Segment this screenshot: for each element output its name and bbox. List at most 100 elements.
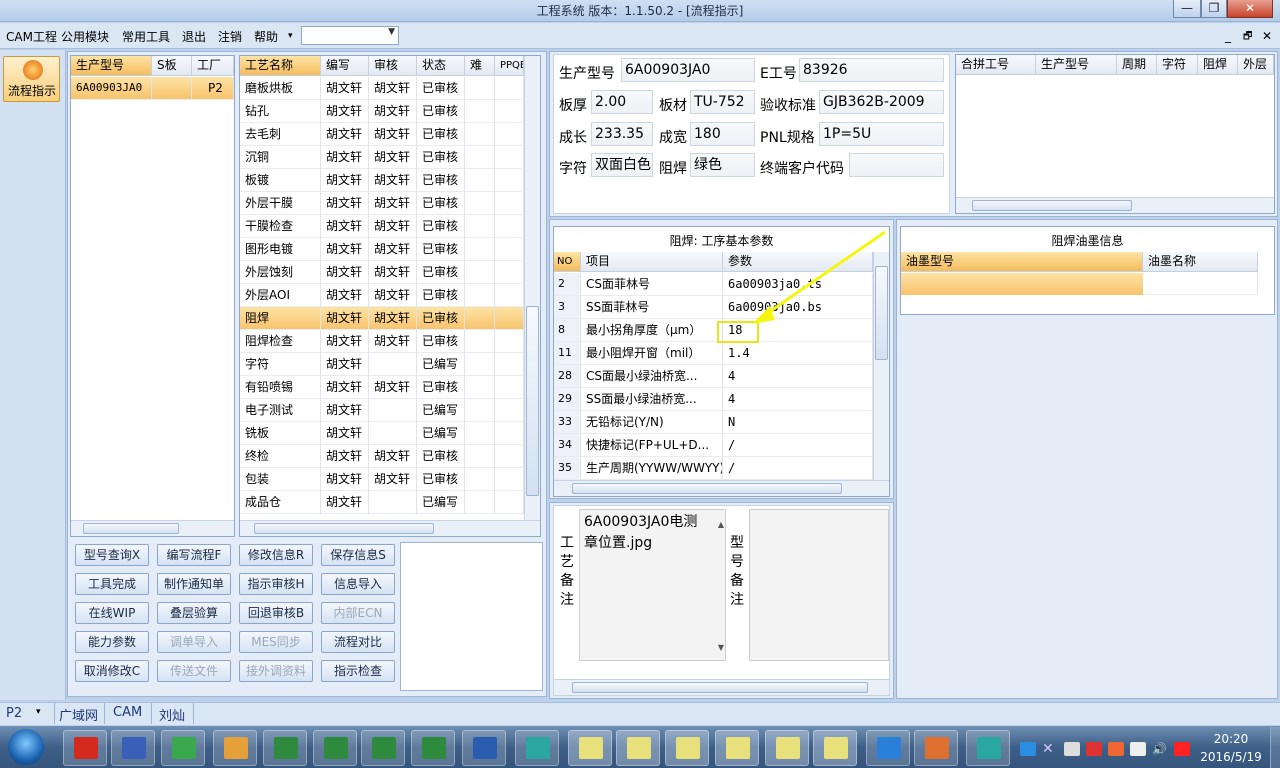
save-info-button[interactable]: 保存信息S xyxy=(321,544,395,566)
process-row[interactable]: 外层干膜 胡文轩 胡文轩 已审核 xyxy=(240,192,524,215)
process-row[interactable]: 外层蚀刻 胡文轩 胡文轩 已审核 xyxy=(240,261,524,284)
tray-flag-icon[interactable] xyxy=(1108,742,1124,756)
tray-network-icon[interactable] xyxy=(1130,742,1146,756)
col-header-outer[interactable]: 外层 xyxy=(1238,55,1274,75)
field-solder-mask[interactable]: 绿色 xyxy=(690,153,755,177)
start-button[interactable] xyxy=(8,729,44,765)
process-row[interactable]: 图形电镀 胡文轩 胡文轩 已审核 xyxy=(240,238,524,261)
col-header-merge-model[interactable]: 生产型号 xyxy=(1036,55,1117,75)
notes-hscroll[interactable] xyxy=(554,679,889,695)
process-row[interactable]: 有铅喷锡 胡文轩 胡文轩 已审核 xyxy=(240,376,524,399)
taskbar-button[interactable] xyxy=(411,730,455,766)
rollback-review-button[interactable]: 回退审核B xyxy=(239,602,313,624)
mdi-restore[interactable]: 🗗 xyxy=(1243,29,1252,46)
process-row[interactable]: 阻焊检查 胡文轩 胡文轩 已审核 xyxy=(240,330,524,353)
col-header-merge-no[interactable]: 合拼工号 xyxy=(956,55,1036,75)
taskbar-button[interactable] xyxy=(813,730,857,766)
col-header-ppqe[interactable]: PPQE xyxy=(495,56,524,76)
taskbar-button[interactable] xyxy=(361,730,405,766)
close-button[interactable]: ✕ xyxy=(1227,0,1273,18)
process-row[interactable]: 字符 胡文轩 已编写 xyxy=(240,353,524,376)
taskbar-button[interactable] xyxy=(63,730,107,766)
col-header-ink-name[interactable]: 油墨名称 xyxy=(1143,252,1258,272)
clock-date[interactable]: 2016/5/19 xyxy=(1196,750,1266,764)
taskbar-button[interactable] xyxy=(263,730,307,766)
col-header-difficulty[interactable]: 难 xyxy=(465,56,495,76)
scroll-thumb[interactable] xyxy=(254,523,434,534)
col-header-char[interactable]: 字符 xyxy=(1157,55,1198,75)
field-standard[interactable]: GJB362B-2009 xyxy=(819,90,944,114)
field-width[interactable]: 180 xyxy=(690,122,755,146)
clock-time[interactable]: 20:20 xyxy=(1196,732,1266,746)
taskbar-button[interactable] xyxy=(715,730,759,766)
taskbar-button[interactable] xyxy=(515,730,559,766)
order-import-button[interactable]: 调单导入 xyxy=(157,631,231,653)
param-row[interactable]: 11 最小阻焊开窗（mil） 1.4 xyxy=(554,342,873,365)
menu-common-tools[interactable]: 常用工具 xyxy=(122,28,170,45)
taskbar-button[interactable] xyxy=(568,730,612,766)
make-notice-button[interactable]: 制作通知单 xyxy=(157,573,231,595)
menu-cam[interactable]: CAM工程 xyxy=(6,28,57,45)
process-row[interactable]: 铣板 胡文轩 已编写 xyxy=(240,422,524,445)
cancel-modify-button[interactable]: 取消修改C xyxy=(75,660,149,682)
process-note-box[interactable]: 6A00903JA0电测章位置.jpg ▲ ▼ xyxy=(579,509,726,661)
internal-ecn-button[interactable]: 内部ECN xyxy=(321,602,395,624)
help-dropdown-icon[interactable]: ▾ xyxy=(288,31,293,41)
scroll-thumb[interactable] xyxy=(572,483,842,494)
col-header-status[interactable]: 状态 xyxy=(417,56,465,76)
taskbar-button[interactable] xyxy=(866,730,910,766)
menu-exit[interactable]: 退出 xyxy=(182,28,206,45)
col-header-process[interactable]: 工艺名称 xyxy=(240,56,321,76)
tray-app-icon[interactable] xyxy=(1020,742,1036,756)
stackup-check-button[interactable]: 叠层验算 xyxy=(157,602,231,624)
process-row[interactable]: 钻孔 胡文轩 胡文轩 已审核 xyxy=(240,100,524,123)
process-hscroll[interactable] xyxy=(240,520,540,536)
tool-complete-button[interactable]: 工具完成 xyxy=(75,573,149,595)
ink-row-name[interactable] xyxy=(1143,273,1258,295)
chevron-down-icon[interactable]: ▾ xyxy=(36,707,41,717)
process-row[interactable]: 干膜检查 胡文轩 胡文轩 已审核 xyxy=(240,215,524,238)
taskbar-button[interactable] xyxy=(765,730,809,766)
toolbar-combo[interactable]: ▼ xyxy=(301,26,399,45)
menu-common-modules[interactable]: 公用模块 xyxy=(61,28,109,45)
field-length[interactable]: 233.35 xyxy=(591,122,653,146)
write-flow-button[interactable]: 编写流程F xyxy=(157,544,231,566)
process-vscroll[interactable] xyxy=(524,56,540,520)
nav-flow-button[interactable]: 流程指示 xyxy=(3,56,60,102)
taskbar-button[interactable] xyxy=(914,730,958,766)
scroll-thumb[interactable] xyxy=(972,200,1132,211)
param-row[interactable]: 33 无铅标记(Y/N) N xyxy=(554,411,873,434)
info-import-button[interactable]: 信息导入 xyxy=(321,573,395,595)
external-data-button[interactable]: 接外调资料 xyxy=(239,660,313,682)
restore-button[interactable]: ❐ xyxy=(1201,0,1227,18)
status-factory[interactable]: P2 xyxy=(6,706,22,721)
taskbar-button[interactable] xyxy=(313,730,357,766)
field-model[interactable]: 6A00903JA0 xyxy=(621,58,755,82)
menu-logout[interactable]: 注销 xyxy=(218,28,242,45)
minimize-button[interactable]: — xyxy=(1173,0,1201,18)
param-row[interactable]: 28 CS面最小绿油桥宽... 4 xyxy=(554,365,873,388)
process-row[interactable]: 外层AOI 胡文轩 胡文轩 已审核 xyxy=(240,284,524,307)
col-header-model[interactable]: 生产型号 xyxy=(71,56,152,76)
scroll-thumb[interactable] xyxy=(526,306,539,496)
flow-compare-button[interactable]: 流程对比 xyxy=(321,631,395,653)
col-header-reviewer[interactable]: 审核 xyxy=(369,56,417,76)
param-row[interactable]: 34 快捷标记(FP+UL+D... / xyxy=(554,434,873,457)
taskbar-button[interactable] xyxy=(213,730,257,766)
scroll-down-icon[interactable]: ▼ xyxy=(718,637,724,658)
model-hscroll[interactable] xyxy=(71,520,234,536)
transfer-file-button[interactable]: 传送文件 xyxy=(157,660,231,682)
process-row[interactable]: 包装 胡文轩 胡文轩 已审核 xyxy=(240,468,524,491)
online-wip-button[interactable]: 在线WIP xyxy=(75,602,149,624)
tray-volume-icon[interactable]: 🔊 xyxy=(1152,742,1168,756)
menu-help[interactable]: 帮助 xyxy=(254,28,278,45)
field-e-no[interactable]: 83926 xyxy=(799,58,944,82)
param-row[interactable]: 35 生产周期(YYWW/WWYY) / xyxy=(554,457,873,480)
tray-security-icon[interactable] xyxy=(1086,742,1102,756)
taskbar-button[interactable] xyxy=(665,730,709,766)
col-header-ink-model[interactable]: 油墨型号 xyxy=(901,252,1143,272)
show-desktop-button[interactable] xyxy=(1270,727,1280,768)
process-row[interactable]: 板镀 胡文轩 胡文轩 已审核 xyxy=(240,169,524,192)
taskbar-button[interactable] xyxy=(966,730,1010,766)
field-material[interactable]: TU-752 xyxy=(690,90,755,114)
